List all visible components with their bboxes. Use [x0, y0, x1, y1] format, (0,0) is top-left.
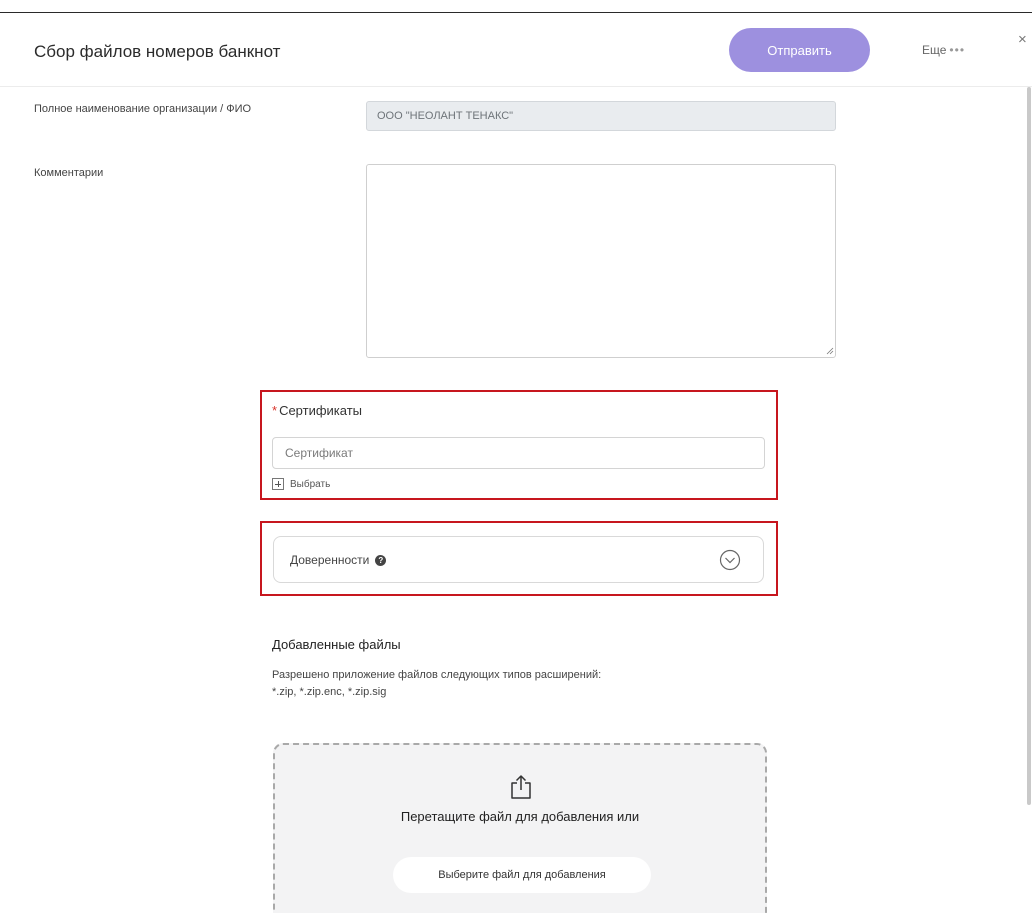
allowed-extensions-line-2: *.zip, *.zip.enc, *.zip.sig: [272, 686, 387, 698]
comments-label: Комментарии: [34, 167, 104, 179]
choose-certificate-link[interactable]: Выбрать: [272, 478, 330, 490]
power-of-attorney-panel[interactable]: Доверенности ?: [273, 536, 764, 583]
choose-file-button[interactable]: Выберите файл для добавления: [393, 857, 651, 893]
more-label: Еще: [922, 43, 947, 57]
certificate-input[interactable]: Сертификат: [272, 437, 765, 469]
allowed-extensions-text: Разрешено приложение файлов следующих ти…: [272, 667, 732, 701]
scrollbar[interactable]: [1027, 87, 1031, 805]
upload-icon: [511, 775, 531, 799]
comments-field[interactable]: [366, 164, 836, 358]
required-mark: *: [272, 403, 278, 418]
resize-grip-icon[interactable]: [826, 347, 834, 355]
certificates-title: * Сертификаты: [272, 403, 362, 418]
question-circle-icon[interactable]: ?: [375, 554, 387, 566]
close-icon[interactable]: ×: [1018, 32, 1027, 47]
plus-square-icon: [272, 478, 284, 490]
choose-label: Выбрать: [290, 478, 331, 490]
send-button[interactable]: Отправить: [729, 28, 870, 72]
header-bar: Сбор файлов номеров банкнот Отправить Ещ…: [0, 13, 1032, 87]
file-dropzone[interactable]: Перетащите файл для добавления или Выбер…: [273, 743, 767, 913]
power-of-attorney-label-row: Доверенности ?: [290, 553, 387, 567]
certificates-title-text: Сертификаты: [279, 403, 363, 418]
chevron-down-circle-icon[interactable]: [719, 549, 741, 571]
more-dots-icon: •••: [949, 43, 966, 57]
more-menu[interactable]: Еще •••: [922, 43, 965, 57]
power-of-attorney-label: Доверенности: [290, 553, 370, 567]
added-files-title: Добавленные файлы: [272, 637, 401, 652]
org-name-label: Полное наименование организации / ФИО: [34, 103, 252, 115]
page-title: Сбор файлов номеров банкнот: [34, 42, 281, 61]
org-name-field: ООО "НЕОЛАНТ ТЕНАКС": [366, 101, 836, 131]
allowed-extensions-line-1: Разрешено приложение файлов следующих ти…: [272, 669, 602, 681]
drop-instruction: Перетащите файл для добавления или: [400, 809, 640, 824]
